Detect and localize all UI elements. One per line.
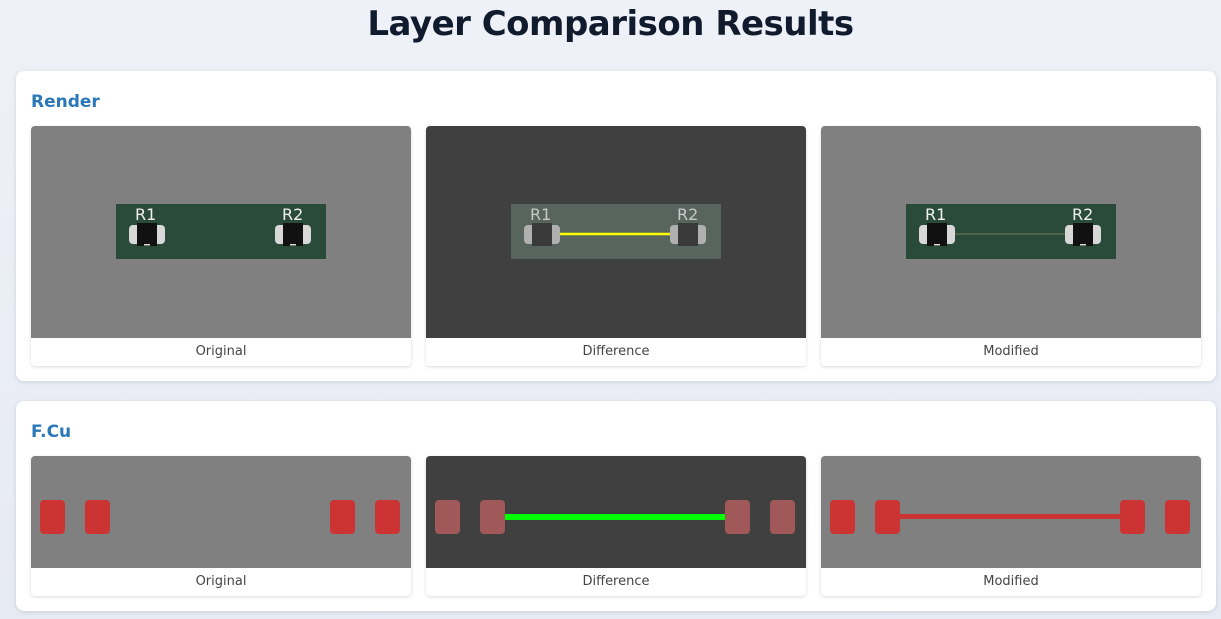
copper-trace <box>891 514 1131 519</box>
pad <box>40 500 65 534</box>
pad <box>435 500 460 534</box>
resistor-r2-footprint <box>275 223 311 246</box>
fcu-section-title: F.Cu <box>31 422 72 442</box>
designator-r2: R2 <box>282 205 303 224</box>
resistor-r1-footprint <box>919 223 955 246</box>
fcu-original-panel[interactable]: Original <box>31 456 411 596</box>
pad <box>770 500 795 534</box>
resistor-r1-footprint <box>524 223 560 246</box>
render-difference-panel[interactable]: R1 R2 Difference <box>426 126 806 366</box>
designator-r2: R2 <box>677 205 698 224</box>
fcu-modified-panel[interactable]: Modified <box>821 456 1201 596</box>
designator-r1: R1 <box>530 205 551 224</box>
diff-trace-highlight <box>496 514 736 520</box>
fcu-modified-caption: Modified <box>821 568 1201 596</box>
fcu-original-caption: Original <box>31 568 411 596</box>
pad <box>830 500 855 534</box>
fcu-section-card: F.Cu Original Difference Modified <box>16 401 1216 611</box>
resistor-r2-footprint <box>1065 223 1101 246</box>
fcu-difference-image <box>426 456 806 568</box>
pad <box>375 500 400 534</box>
pad <box>875 500 900 534</box>
designator-r2: R2 <box>1072 205 1093 224</box>
render-original-image: R1 R2 <box>31 126 411 338</box>
pad <box>330 500 355 534</box>
pad <box>725 500 750 534</box>
designator-r1: R1 <box>135 205 156 224</box>
render-modified-caption: Modified <box>821 338 1201 366</box>
render-original-caption: Original <box>31 338 411 366</box>
pad <box>1120 500 1145 534</box>
render-modified-image: R1 R2 <box>821 126 1201 338</box>
render-section-title: Render <box>31 92 100 112</box>
pad <box>85 500 110 534</box>
render-section-card: Render R1 R2 Original R1 R2 Difference R… <box>16 71 1216 381</box>
render-original-panel[interactable]: R1 R2 Original <box>31 126 411 366</box>
resistor-r1-footprint <box>129 223 165 246</box>
fcu-modified-image <box>821 456 1201 568</box>
render-difference-caption: Difference <box>426 338 806 366</box>
designator-r1: R1 <box>925 205 946 224</box>
render-difference-image: R1 R2 <box>426 126 806 338</box>
page-title: Layer Comparison Results <box>367 4 854 44</box>
pad <box>480 500 505 534</box>
pad <box>1165 500 1190 534</box>
resistor-r2-footprint <box>670 223 706 246</box>
fcu-difference-caption: Difference <box>426 568 806 596</box>
fcu-difference-panel[interactable]: Difference <box>426 456 806 596</box>
render-modified-panel[interactable]: R1 R2 Modified <box>821 126 1201 366</box>
fcu-original-image <box>31 456 411 568</box>
